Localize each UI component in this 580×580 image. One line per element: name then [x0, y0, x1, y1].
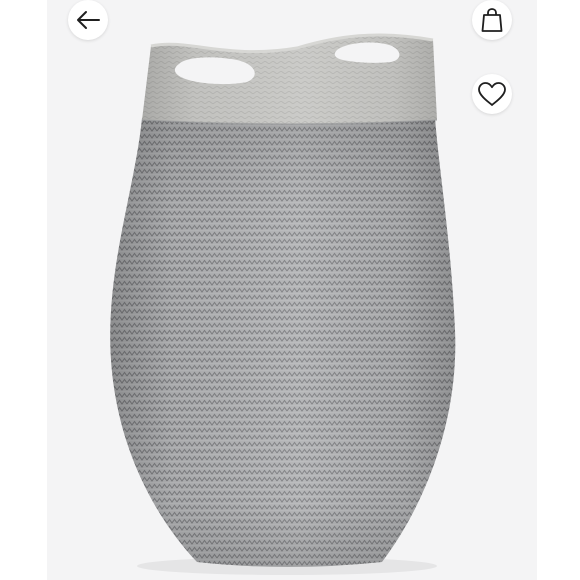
basket-rim — [141, 33, 438, 125]
product-screen — [0, 0, 580, 580]
shopping-bag-icon — [481, 8, 503, 32]
basket-body — [110, 118, 456, 567]
shopping-bag-button[interactable] — [472, 0, 512, 40]
wishlist-button[interactable] — [472, 74, 512, 114]
back-button[interactable] — [68, 0, 108, 40]
heart-outline-icon — [478, 82, 506, 106]
arrow-left-icon — [77, 11, 100, 29]
product-photo — [47, 0, 537, 580]
